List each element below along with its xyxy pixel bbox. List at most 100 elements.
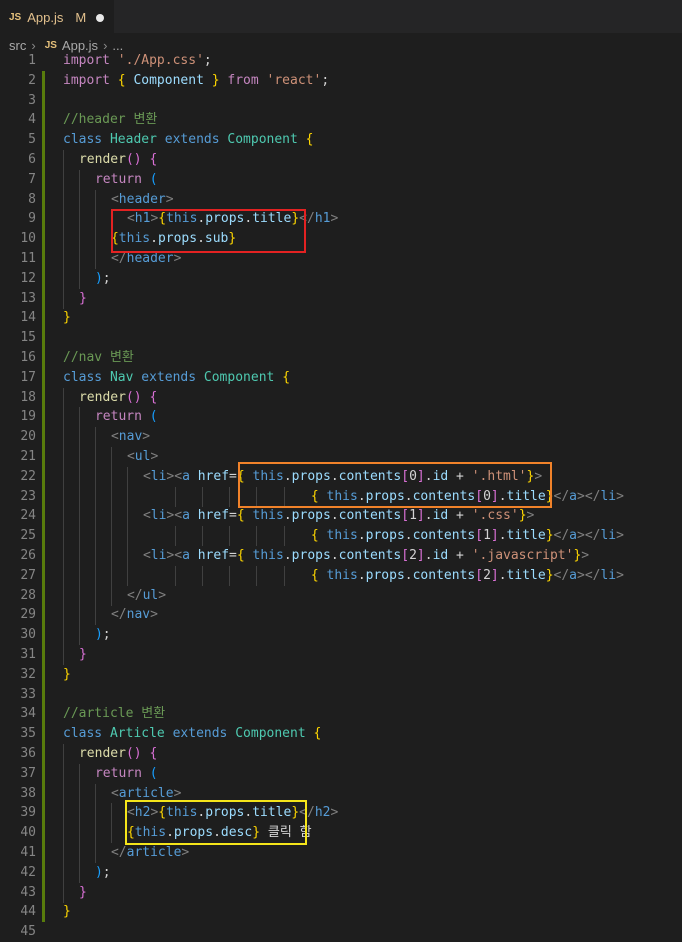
code-line[interactable]: 37 return ( [0,763,682,784]
code-line[interactable]: 29 </nav> [0,605,682,626]
indent-guide [63,150,64,170]
code-line[interactable]: 17 class Nav extends Component { [0,367,682,388]
code-line[interactable]: 2 import { Component } from 'react'; [0,70,682,91]
line-number: 1 [28,53,36,68]
unsaved-dot-icon[interactable] [96,13,105,22]
code-line[interactable]: 8 <header> [0,189,682,210]
code-line[interactable]: 3 [0,90,682,111]
code-line[interactable]: 24 <li><a href={ this.props.contents[1].i… [0,506,682,527]
code-line[interactable]: 15 [0,328,682,349]
code-line[interactable]: 26 <li><a href={ this.props.contents[2].i… [0,546,682,566]
code-text: render() { [79,744,157,764]
line-number: 43 [20,884,36,900]
code-line[interactable]: 41 </article> [0,843,682,863]
indent-guide [63,189,64,210]
code-line[interactable]: 25{ this.props.contents[1].title}</a></l… [0,526,682,547]
indent-guide [78,862,80,883]
code-line[interactable]: 16 //nav 변환 [0,348,682,368]
indent-guide [126,506,128,527]
code-text: } [79,289,87,309]
code-line[interactable]: 19 return ( [0,407,682,428]
code-token: > [330,805,339,821]
tab-app-js[interactable]: JS App.js M [0,0,114,34]
indent-guide [110,486,112,507]
modified-line-marker [42,367,45,388]
code-line[interactable]: 28 </ul> [0,585,682,606]
code-token: > [158,587,167,603]
code-line[interactable]: 32} [0,664,682,685]
line-number: 26 [20,548,36,563]
code-line[interactable]: 34 //article 변환 [0,704,682,725]
code-text: </ul> [127,586,166,606]
line-number: 24 [20,508,36,524]
code-token: . [404,528,413,544]
indent-guide [78,546,80,566]
modified-line-marker [42,565,45,586]
code-token: import [63,53,118,68]
code-token: { [313,726,322,742]
indent-guide [174,526,176,547]
code-token: () [125,152,150,167]
code-line[interactable]: 6 render() { [0,150,682,170]
code-text: render() { [79,388,157,408]
indent-guide [94,249,96,269]
code-token: id [432,548,449,563]
code-token: render [78,152,126,167]
code-line[interactable]: 36 render() { [0,744,682,764]
code-token: { [310,567,327,583]
code-line[interactable]: 11 </header> [0,249,682,269]
indent-guide [94,506,96,527]
code-line[interactable]: 27{ this.props.contents[2].title}</a></l… [0,565,682,586]
code-text: //header 변환 [63,110,157,130]
code-text: } [79,645,87,665]
code-line[interactable]: 20 <nav> [0,427,682,448]
modified-line-marker [42,605,45,626]
code-line[interactable]: 18 render() { [0,387,682,408]
code-line[interactable]: 40 {this.props.desc} 클릭 함 [0,823,682,844]
code-line[interactable]: 45 [0,922,682,942]
code-line[interactable]: 38 <article> [0,783,682,804]
code-token: Component [133,72,204,88]
code-line[interactable]: 7 return ( [0,169,682,190]
code-line[interactable]: 44} [0,902,682,923]
code-line[interactable]: 9 <h1>{this.props.title}</h1> [0,209,682,230]
code-token: > [581,548,590,563]
code-text: class Article extends Component { [63,724,321,744]
code-line[interactable]: 39 <h2>{this.props.title}</h2> [0,803,682,824]
indent-guide [94,605,96,626]
code-token: </ [110,845,127,860]
code-line[interactable]: 33 [0,684,682,705]
code-line[interactable]: 13} [0,288,682,309]
modified-line-marker [42,130,45,151]
code-line[interactable]: 30); [0,625,682,646]
highlight-box-red [111,209,306,253]
code-token: > [165,191,174,207]
indent-guide [94,526,96,547]
code-line[interactable]: 1 import './App.css'; [0,51,682,71]
code-token: contents [338,548,402,563]
code-line[interactable]: 35 class Article extends Component { [0,724,682,745]
code-line[interactable]: 42); [0,862,682,883]
code-token: . [357,567,366,583]
code-token: . [330,548,339,563]
code-line[interactable]: 5 class Header extends Component { [0,130,682,151]
code-token: '.javascript' [471,548,574,563]
code-token: extends [141,369,204,385]
code-line[interactable]: 4 //header 변환 [0,110,682,131]
code-line[interactable]: 14} [0,308,682,329]
code-token: } [78,290,87,306]
line-number: 4 [28,112,36,128]
code-token: </ [126,587,143,603]
code-line[interactable]: 10 {this.props.sub} [0,229,682,250]
code-line[interactable]: 43} [0,882,682,903]
line-number: 17 [20,369,36,385]
code-line[interactable]: 31} [0,645,682,665]
code-token: a [182,548,198,563]
indent-guide [229,486,231,507]
code-line[interactable]: 12); [0,268,682,289]
indent-guide [63,763,64,784]
code-text: </nav> [111,605,158,625]
code-token: ; [102,270,111,286]
code-text: ); [95,269,111,289]
code-token: { [117,72,134,88]
